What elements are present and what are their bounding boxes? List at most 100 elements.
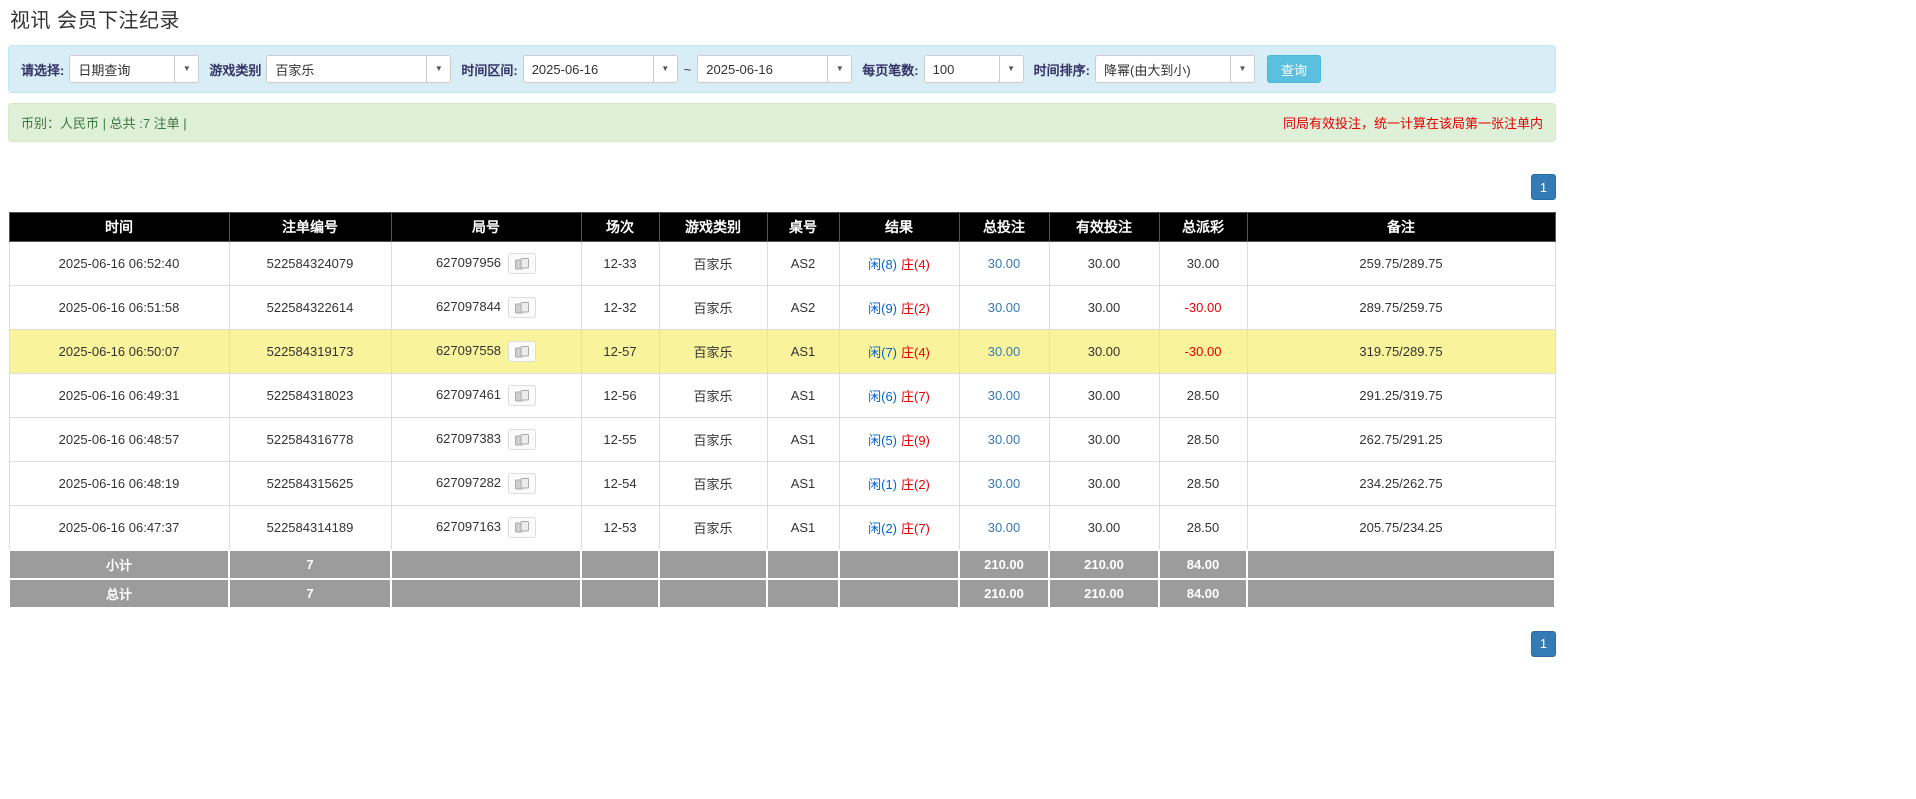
query-type-caret-button[interactable]: ▼ [174, 56, 199, 82]
time-sort-caret-button[interactable]: ▼ [1229, 56, 1254, 82]
cell-round: 627097282 [390, 461, 582, 506]
cell-session: 12-32 [580, 285, 660, 330]
view-cards-button[interactable] [508, 516, 537, 538]
total-bet-link[interactable]: 30.00 [988, 388, 1021, 403]
total-bet-link[interactable]: 30.00 [988, 476, 1021, 491]
filter-bar: 请选择: 日期查询 ▼ 游戏类别 百家乐 ▼ 时间区间: ▼ ~ ▼ 每页笔数:… [8, 45, 1556, 93]
table-footer: 小计 7 210.00 210.00 84.00 总计 7 210.00 210… [8, 548, 1556, 609]
summary-valid-bet: 210.00 [1048, 577, 1160, 609]
cell-valid-bet: 30.00 [1048, 505, 1160, 550]
total-bet-link[interactable]: 30.00 [988, 520, 1021, 535]
round-number: 627097461 [435, 386, 502, 402]
summary-empty-cell [580, 577, 660, 609]
date-from-caret-button[interactable]: ▼ [652, 56, 677, 82]
cell-session: 12-55 [580, 417, 660, 462]
cell-remark: 234.25/262.75 [1246, 461, 1556, 506]
date-from-input[interactable] [523, 56, 653, 82]
result-banker: 庄(4) [901, 345, 930, 360]
chevron-down-icon: ▼ [1007, 64, 1016, 73]
round-number: 627097163 [435, 518, 502, 534]
cell-round: 627097558 [390, 329, 582, 374]
cell-bet-id: 522584319173 [228, 329, 392, 374]
summary-empty-cell [658, 548, 768, 580]
cell-payout: 30.00 [1158, 241, 1248, 286]
cell-payout: 28.50 [1158, 461, 1248, 506]
time-sort-dropdown[interactable]: 降幂(由大到小) ▼ [1094, 55, 1255, 83]
cell-valid-bet: 30.00 [1048, 241, 1160, 286]
summary-empty-cell [838, 577, 960, 609]
page-size-dropdown[interactable]: ▼ [923, 55, 1024, 83]
round-number: 627097956 [435, 254, 502, 270]
cell-session: 12-53 [580, 505, 660, 550]
cell-game-type: 百家乐 [658, 461, 768, 506]
round-number: 627097558 [435, 342, 502, 358]
cards-icon [515, 345, 530, 357]
cell-payout: -30.00 [1158, 285, 1248, 330]
chevron-down-icon: ▼ [1238, 64, 1247, 73]
view-cards-button[interactable] [508, 253, 537, 274]
date-to-input[interactable] [698, 56, 828, 82]
result-player: 闲(7) [868, 345, 897, 360]
summary-empty-cell [1246, 548, 1556, 580]
date-to-picker[interactable]: ▼ [697, 55, 853, 83]
view-cards-button[interactable] [508, 429, 537, 450]
view-cards-button[interactable] [508, 297, 537, 318]
page-size-input[interactable] [924, 56, 999, 82]
result-player: 闲(8) [868, 257, 897, 272]
page-size-label: 每页笔数: [862, 62, 919, 78]
cell-time: 2025-06-16 06:48:57 [8, 417, 230, 462]
view-cards-button[interactable] [508, 473, 537, 494]
header-round: 局号 [390, 212, 582, 242]
cell-remark: 205.75/234.25 [1246, 505, 1556, 550]
table-row: 2025-06-16 06:51:58 522584322614 6270978… [8, 285, 1556, 330]
cell-round: 627097844 [390, 285, 582, 330]
total-bet-link[interactable]: 30.00 [988, 344, 1021, 359]
cell-valid-bet: 30.00 [1048, 329, 1160, 374]
view-cards-button[interactable] [508, 385, 537, 406]
cell-bet-id: 522584315625 [228, 461, 392, 506]
table-header-row: 时间 注单编号 局号 场次 游戏类别 桌号 结果 总投注 有效投注 总派彩 备注 [8, 212, 1556, 242]
cell-bet-id: 522584318023 [228, 373, 392, 418]
game-type-dropdown[interactable]: 百家乐 ▼ [266, 55, 452, 83]
cards-icon [515, 389, 530, 401]
cell-bet-id: 522584324079 [228, 241, 392, 286]
cell-payout: 28.50 [1158, 505, 1248, 550]
view-cards-button[interactable] [508, 341, 537, 362]
total-bet-link[interactable]: 30.00 [988, 256, 1021, 271]
search-button[interactable]: 查询 [1266, 55, 1321, 83]
cell-total-bet: 30.00 [958, 505, 1050, 550]
summary-label: 小计 [8, 548, 230, 580]
cards-icon [515, 521, 530, 533]
summary-valid-bet: 210.00 [1048, 548, 1160, 580]
chevron-down-icon: ▼ [182, 64, 191, 73]
date-to-caret-button[interactable]: ▼ [827, 56, 852, 82]
result-banker: 庄(4) [901, 257, 930, 272]
summary-empty-cell [1246, 577, 1556, 609]
total-bet-link[interactable]: 30.00 [988, 300, 1021, 315]
pagination-page-1-button[interactable]: 1 [1531, 630, 1556, 657]
cards-icon [515, 477, 530, 489]
cell-table-no: AS1 [766, 373, 840, 418]
total-bet-link[interactable]: 30.00 [988, 432, 1021, 447]
date-from-picker[interactable]: ▼ [522, 55, 678, 83]
summary-empty-cell [390, 577, 582, 609]
header-valid-bet: 有效投注 [1048, 212, 1160, 242]
cell-table-no: AS1 [766, 329, 840, 374]
pagination-page-1-button[interactable]: 1 [1531, 174, 1556, 200]
result-banker: 庄(9) [901, 433, 930, 448]
cell-result: 闲(1) 庄(2) [838, 461, 960, 506]
chevron-down-icon: ▼ [434, 64, 443, 73]
summary-total-bet: 210.00 [958, 548, 1050, 580]
round-number: 627097383 [435, 430, 502, 446]
header-time: 时间 [8, 212, 230, 242]
cell-session: 12-33 [580, 241, 660, 286]
game-type-caret-button[interactable]: ▼ [426, 56, 451, 82]
query-type-dropdown[interactable]: 日期查询 ▼ [69, 55, 200, 83]
cell-valid-bet: 30.00 [1048, 373, 1160, 418]
cell-result: 闲(8) 庄(4) [838, 241, 960, 286]
cell-result: 闲(2) 庄(7) [838, 505, 960, 550]
header-payout: 总派彩 [1158, 212, 1248, 242]
page-size-caret-button[interactable]: ▼ [998, 56, 1023, 82]
cell-session: 12-56 [580, 373, 660, 418]
table-row: 2025-06-16 06:48:57 522584316778 6270973… [8, 417, 1556, 462]
